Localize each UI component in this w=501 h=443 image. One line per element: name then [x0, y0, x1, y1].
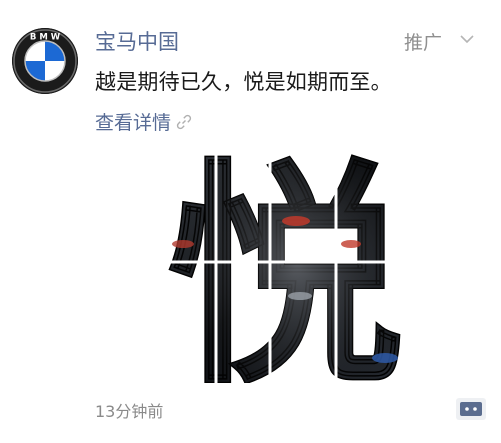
chevron-down-icon[interactable]: [457, 30, 477, 48]
view-details-label: 查看详情: [95, 112, 172, 134]
svg-text:B M W: B M W: [30, 33, 61, 43]
account-name[interactable]: 宝马中国: [95, 26, 179, 56]
bmw-logo-icon[interactable]: B M W: [12, 28, 78, 94]
campaign-image[interactable]: 悦 悦: [150, 148, 420, 383]
post-message: 越是期待已久，悦是如期而至。: [95, 70, 392, 94]
view-details-link[interactable]: 查看详情: [95, 108, 193, 135]
comment-button[interactable]: [456, 398, 486, 420]
ad-post-card: B M W 宝马中国 推广 越是期待已久，悦是如期而至。 查看详情 悦 悦 13…: [0, 0, 501, 443]
comment-icon: [460, 402, 482, 416]
svg-text:悦: 悦: [166, 148, 404, 383]
link-icon: [176, 114, 192, 129]
ad-label[interactable]: 推广: [404, 28, 442, 55]
post-timestamp: 13分钟前: [95, 402, 164, 421]
